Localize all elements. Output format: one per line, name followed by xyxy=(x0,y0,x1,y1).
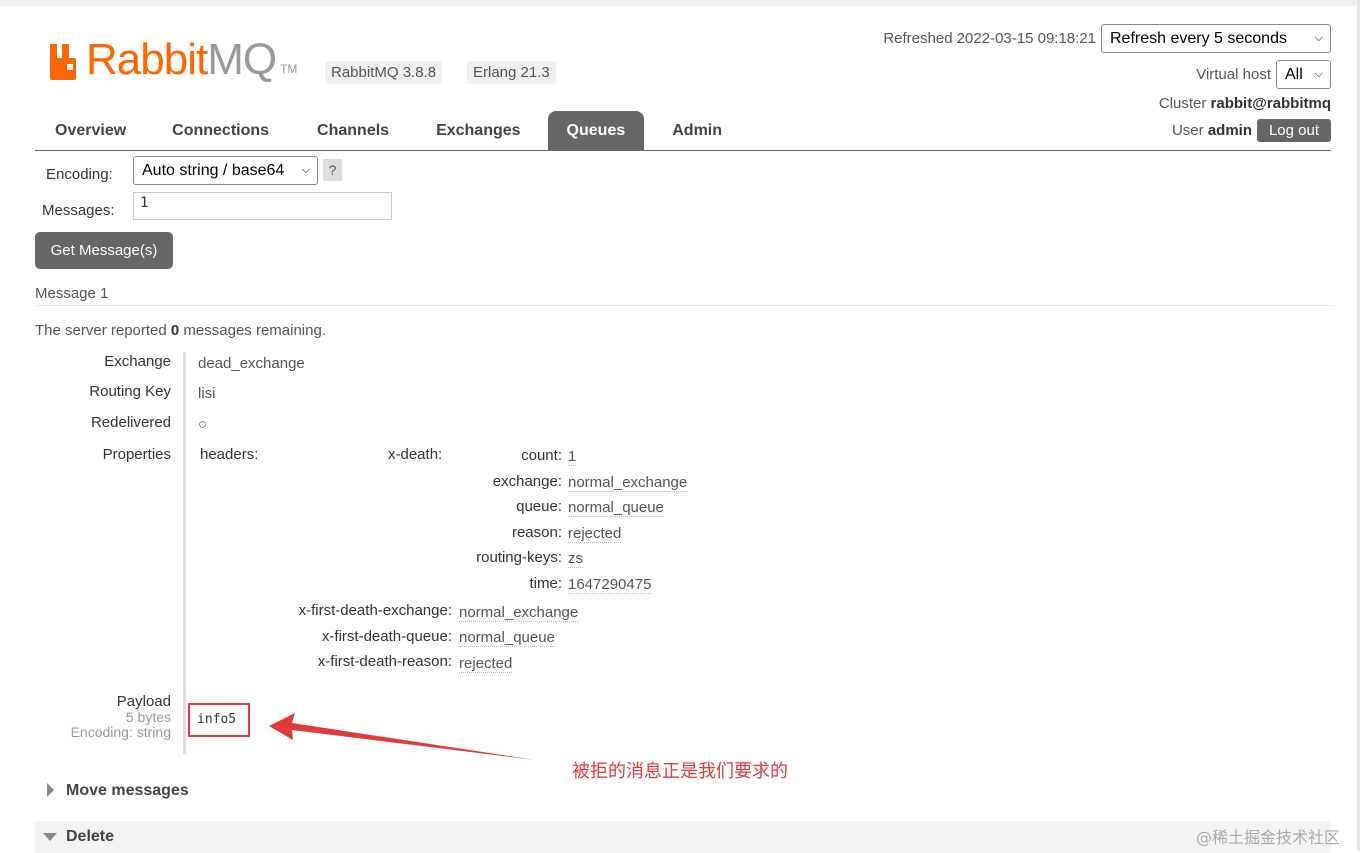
first-death-value: rejected xyxy=(459,655,513,673)
routing-key-label: Routing Key xyxy=(89,383,171,400)
payload-value: info5 xyxy=(188,703,250,737)
help-icon[interactable]: ? xyxy=(323,159,342,181)
logo-text-mq: MQ xyxy=(207,35,277,84)
first-death-key: x-first-death-exchange: xyxy=(298,602,452,619)
messages-remaining: The server reported 0 messages remaining… xyxy=(35,322,326,339)
logo-trademark: TM xyxy=(280,62,298,76)
x-death-value: zs xyxy=(568,550,583,568)
user-label: User xyxy=(1171,122,1204,139)
x-death-value: normal_queue xyxy=(568,499,664,517)
x-death-value: normal_exchange xyxy=(568,474,688,492)
headers-label: headers: xyxy=(200,446,259,463)
x-death-value: 1647290475 xyxy=(568,576,652,594)
first-death-key: x-first-death-queue: xyxy=(321,628,452,645)
properties-label: Properties xyxy=(102,446,171,463)
tab-overview[interactable]: Overview xyxy=(35,111,146,150)
routing-key-value: lisi xyxy=(198,385,216,402)
rabbitmq-logo[interactable]: RabbitMQ TM xyxy=(48,38,298,82)
remaining-suffix: messages remaining. xyxy=(183,322,326,339)
top-strip xyxy=(0,0,1360,6)
redelivered-label: Redelivered xyxy=(90,414,171,431)
tab-connections[interactable]: Connections xyxy=(146,111,293,150)
user-info: User admin xyxy=(1172,122,1252,139)
move-messages-title: Move messages xyxy=(66,782,189,799)
remaining-count: 0 xyxy=(170,322,180,339)
logo-text-rabbit: Rabbit xyxy=(86,35,208,84)
expand-triangle-icon xyxy=(47,783,54,797)
details-divider xyxy=(183,352,186,754)
tab-channels[interactable]: Channels xyxy=(293,111,413,150)
x-death-key: time: xyxy=(529,575,562,592)
x-death-key: exchange: xyxy=(492,473,562,490)
rabbitmq-logo-icon xyxy=(50,44,76,80)
virtual-host-label: Virtual host xyxy=(1196,66,1271,83)
x-death-key: routing-keys: xyxy=(476,549,562,566)
first-death-value: normal_exchange xyxy=(459,604,579,622)
delete-title: Delete xyxy=(66,828,115,845)
logout-button[interactable]: Log out xyxy=(1257,119,1331,142)
main-nav-tabs: Overview Connections Channels Exchanges … xyxy=(35,111,750,150)
x-death-key: count: xyxy=(521,447,562,464)
x-death-key: reason: xyxy=(511,524,562,541)
tab-queues[interactable]: Queues xyxy=(547,111,645,150)
x-death-value: rejected xyxy=(568,525,622,543)
x-death-value: 1 xyxy=(568,448,577,466)
message-title: Message 1 xyxy=(35,285,109,302)
refresh-interval-select[interactable]: Refresh every 5 seconds ⌵ xyxy=(1101,24,1331,53)
cluster-info: Cluster rabbit@rabbitmq xyxy=(1159,95,1331,112)
first-death-value: normal_queue xyxy=(459,629,555,647)
user-name: admin xyxy=(1207,122,1252,139)
payload-label: Payload xyxy=(116,693,171,710)
cluster-name: rabbit@rabbitmq xyxy=(1210,95,1331,112)
chevron-down-icon: ⌵ xyxy=(1314,68,1323,80)
tab-exchanges[interactable]: Exchanges xyxy=(413,111,547,150)
payload-size: 5 bytes xyxy=(125,709,171,725)
x-death-label: x-death: xyxy=(388,446,443,463)
tabs-divider xyxy=(35,150,1331,151)
encoding-label: Encoding: xyxy=(46,166,113,183)
messages-count-input[interactable]: 1 xyxy=(133,192,392,220)
exchange-value: dead_exchange xyxy=(198,355,305,372)
annotation-arrow xyxy=(269,713,535,760)
encoding-value: Auto string / base64 xyxy=(142,162,285,179)
watermark: @稀土掘金技术社区 xyxy=(1196,828,1341,847)
chevron-down-icon: ⌵ xyxy=(1314,32,1323,44)
delete-section[interactable]: Delete xyxy=(35,821,1331,853)
virtual-host-select[interactable]: All ⌵ xyxy=(1276,60,1331,89)
tab-admin[interactable]: Admin xyxy=(644,111,750,150)
move-messages-section[interactable]: Move messages xyxy=(35,775,1331,807)
erlang-badge: Erlang 21.3 xyxy=(467,61,556,84)
refresh-interval-value: Refresh every 5 seconds xyxy=(1110,30,1287,47)
version-badge: RabbitMQ 3.8.8 xyxy=(325,61,443,84)
remaining-prefix: The server reported xyxy=(35,322,167,339)
redelivered-value: ○ xyxy=(198,416,208,433)
messages-label: Messages: xyxy=(42,202,115,219)
get-messages-button[interactable]: Get Message(s) xyxy=(35,232,173,269)
cluster-label: Cluster xyxy=(1158,95,1207,112)
refreshed-timestamp: Refreshed 2022-03-15 09:18:21 xyxy=(883,30,1096,47)
exchange-label: Exchange xyxy=(104,353,171,370)
first-death-key: x-first-death-reason: xyxy=(317,653,452,670)
collapse-triangle-icon xyxy=(43,833,57,841)
encoding-select[interactable]: Auto string / base64 ⌵ xyxy=(133,156,318,185)
message-divider xyxy=(35,305,1331,306)
chevron-down-icon: ⌵ xyxy=(301,164,310,176)
payload-encoding: Encoding: string xyxy=(70,724,171,740)
virtual-host-value: All xyxy=(1285,66,1303,83)
x-death-key: queue: xyxy=(516,498,562,515)
